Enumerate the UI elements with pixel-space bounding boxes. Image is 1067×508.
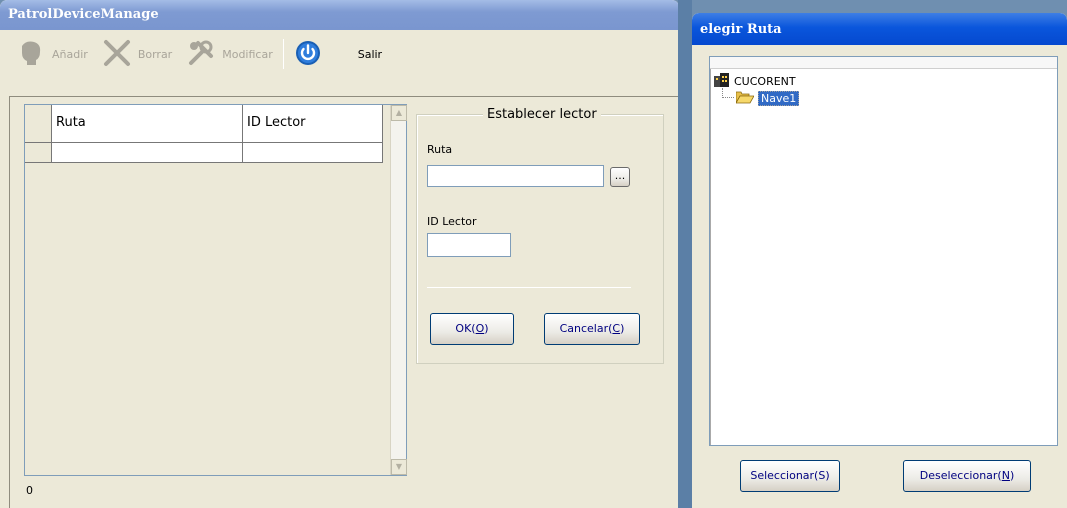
group-divider [427,287,631,288]
cancel-button[interactable]: Cancelar(C) [544,313,640,345]
exit-button[interactable]: Salir [290,37,386,71]
route-grid[interactable]: Ruta ID Lector ▲ ▼ [24,104,407,476]
cancel-accesskey: C [612,322,621,335]
record-count: 0 [26,484,33,497]
delete-icon [102,38,132,71]
tree-root-label: CUCORENT [734,75,796,88]
toolbar-separator [282,39,284,69]
table-cell-id-lector[interactable] [243,143,383,163]
window-gap [678,0,692,508]
deselect-button[interactable]: Deseleccionar(N) [903,460,1031,492]
deselect-accesskey: N [1001,469,1010,482]
cancel-text: Cancelar( [559,322,613,335]
modify-label: Modificar [222,47,273,61]
vertical-scrollbar[interactable]: ▲ ▼ [390,105,407,475]
ok-accesskey: O [475,322,485,335]
modify-button[interactable]: Modificar [182,37,277,71]
table-cell-ruta[interactable] [52,143,243,163]
power-icon [294,39,322,70]
route-label: Ruta [427,143,453,156]
add-icon [16,38,46,71]
tree-item-child[interactable]: Nave1 [735,90,800,107]
add-button[interactable]: Añadir [12,37,92,71]
ok-text: OK( [455,322,476,335]
open-folder-icon [735,90,755,107]
tree-child-label: Nave1 [758,91,800,106]
establecer-lector-group: Establecer lector Ruta ... ID Lector OK(… [416,107,664,364]
tools-icon [186,38,216,71]
deselect-end: ) [1009,469,1015,482]
window-title: PatrolDeviceManage [0,0,679,30]
grid-header-ruta[interactable]: Ruta [52,105,243,143]
exit-label: Salir [357,47,383,61]
grid-corner [25,105,52,143]
patrol-device-manage-window: PatrolDeviceManage Añadir Borrar Modific… [0,0,679,508]
scroll-down-icon[interactable]: ▼ [391,459,407,475]
scroll-up-icon[interactable]: ▲ [391,105,407,121]
route-input[interactable] [427,165,604,187]
browse-button[interactable]: ... [610,167,630,187]
tree-top-border [710,57,1057,69]
delete-button[interactable]: Borrar [98,37,176,71]
grid-header-id-lector[interactable]: ID Lector [243,105,383,143]
ok-button[interactable]: OK(O) [430,313,514,345]
group-title: Establecer lector [483,107,601,122]
ok-end: ) [484,322,489,335]
row-selector[interactable] [25,143,52,163]
tree-connector [722,88,734,98]
route-tree[interactable]: CUCORENT Nave1 [709,56,1058,446]
deselect-text: Deseleccionar( [919,469,1002,482]
toolbar: Añadir Borrar Modificar Salir [4,32,675,76]
reader-id-label: ID Lector [427,215,477,228]
add-label: Añadir [52,47,88,61]
delete-label: Borrar [137,47,173,61]
select-button[interactable]: Seleccionar(S) [740,460,840,492]
window-title: elegir Ruta [692,13,1067,45]
reader-id-input[interactable] [427,233,511,257]
cancel-end: ) [620,322,625,335]
